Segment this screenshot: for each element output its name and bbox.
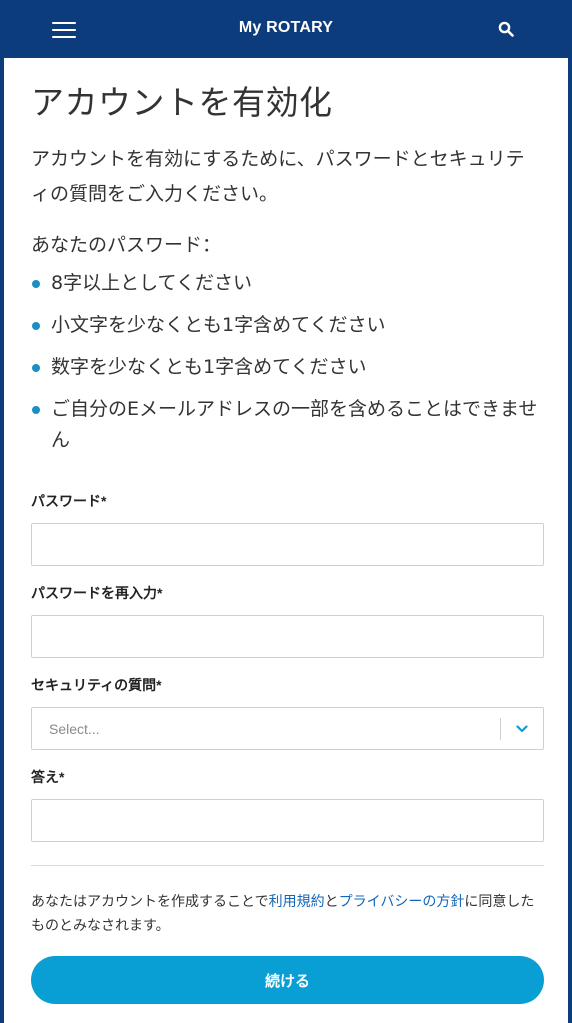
confirm-password-field[interactable] <box>31 615 544 658</box>
password-rule: 8字以上としてください <box>31 268 541 299</box>
privacy-policy-link[interactable]: プライバシーの方針 <box>339 894 465 910</box>
brand-title[interactable]: My ROTARY <box>239 19 333 37</box>
terms-prefix: あなたはアカウントを作成することで <box>31 894 269 910</box>
top-app-bar: My ROTARY <box>0 0 572 58</box>
security-question-label: セキュリティの質問* <box>31 677 162 693</box>
password-rules-list: 8字以上としてください 小文字を少なくとも1字含めてください 数字を少なくとも1… <box>31 268 541 456</box>
confirm-password-label: パスワードを再入力* <box>31 585 163 601</box>
chevron-down-icon[interactable] <box>501 708 543 749</box>
answer-field[interactable] <box>31 799 544 842</box>
password-rule: 数字を少なくとも1字含めてください <box>31 352 541 383</box>
password-field[interactable] <box>31 523 544 566</box>
terms-of-use-link[interactable]: 利用規約 <box>269 894 325 910</box>
password-rule: 小文字を少なくとも1字含めてください <box>31 310 541 341</box>
answer-label: 答え* <box>31 769 65 785</box>
security-question-placeholder: Select... <box>49 720 100 737</box>
search-icon[interactable] <box>498 21 514 37</box>
activation-form: パスワード* パスワードを再入力* セキュリティの質問* Select... 答… <box>31 493 544 842</box>
password-rule: ご自分のEメールアドレスの一部を含めることはできません <box>31 394 541 456</box>
terms-and: と <box>324 894 339 910</box>
divider <box>31 865 544 866</box>
intro-text: アカウントを有効にするために、パスワードとセキュリティの質問をご入力ください。 <box>31 148 525 205</box>
password-requirements-heading: あなたのパスワード： <box>31 234 222 256</box>
security-question-select[interactable]: Select... <box>31 707 544 750</box>
password-label: パスワード* <box>31 493 107 509</box>
terms-notice: あなたはアカウントを作成することで利用規約とプライバシーの方針に同意したものとみ… <box>31 890 541 938</box>
continue-button[interactable]: 続ける <box>31 956 544 1004</box>
main-panel: アカウントを有効化 アカウントを有効にするために、パスワードとセキュリティの質問… <box>4 58 568 1023</box>
page-title: アカウントを有効化 <box>31 83 333 122</box>
hamburger-menu-icon[interactable] <box>52 22 76 38</box>
